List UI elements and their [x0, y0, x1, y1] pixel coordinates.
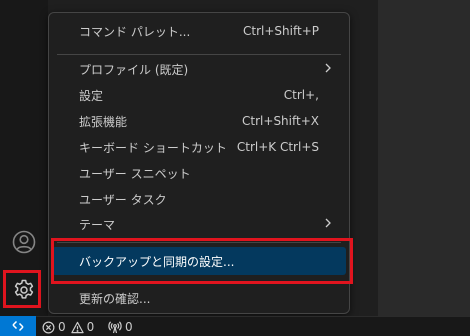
menu-item-themes[interactable]: テーマ: [53, 212, 345, 236]
menu-item-label: プロファイル (既定): [79, 62, 189, 77]
broadcast-icon: [108, 321, 122, 334]
status-bar: 0 0 0: [0, 316, 470, 336]
menu-item-shortcut: Ctrl+Shift+X: [242, 114, 319, 128]
menu-item-label: キーボード ショートカット: [79, 140, 227, 155]
menu-item-label: テーマ: [79, 217, 116, 232]
account-icon[interactable]: [10, 228, 38, 256]
problems-status[interactable]: 0 0: [42, 318, 94, 336]
menu-item-keyboard-shortcuts[interactable]: キーボード ショートカット Ctrl+K Ctrl+S: [53, 135, 345, 159]
menu-item-user-tasks[interactable]: ユーザー タスク: [53, 187, 345, 211]
menu-highlight-box: [51, 238, 353, 284]
menu-item-settings[interactable]: 設定 Ctrl+,: [53, 83, 345, 107]
menu-item-shortcut: Ctrl+K Ctrl+S: [236, 140, 319, 154]
menu-item-label: ユーザー タスク: [79, 192, 167, 207]
activity-bar: [0, 0, 48, 316]
chevron-right-icon: [325, 63, 331, 73]
remote-button[interactable]: [0, 316, 36, 336]
remote-icon: [12, 320, 24, 332]
warning-icon: [70, 321, 84, 333]
menu-item-user-snippets[interactable]: ユーザー スニペット: [53, 161, 345, 185]
menu-item-label: コマンド パレット...: [79, 24, 191, 39]
warning-count: 0: [86, 320, 95, 334]
menu-item-label: 更新の確認...: [79, 291, 151, 306]
menu-item-shortcut: Ctrl+Shift+P: [243, 24, 319, 38]
menu-item-check-updates[interactable]: 更新の確認...: [53, 286, 345, 310]
ports-status[interactable]: 0: [108, 318, 133, 336]
error-icon: [42, 321, 55, 333]
menu-item-extensions[interactable]: 拡張機能 Ctrl+Shift+X: [53, 109, 345, 133]
menu-item-label: 拡張機能: [79, 114, 128, 129]
ports-count: 0: [125, 320, 133, 334]
menu-item-profiles[interactable]: プロファイル (既定): [53, 57, 345, 81]
error-count: 0: [58, 320, 66, 334]
gear-highlight-box: [3, 270, 41, 308]
menu-item-label: 設定: [79, 88, 104, 103]
chevron-right-icon: [325, 218, 331, 228]
menu-item-command-palette[interactable]: コマンド パレット... Ctrl+Shift+P: [53, 19, 345, 43]
menu-item-label: ユーザー スニペット: [79, 166, 191, 181]
menu-separator: [57, 54, 341, 55]
editor-side-panel: [378, 0, 470, 316]
menu-item-shortcut: Ctrl+,: [283, 88, 319, 102]
